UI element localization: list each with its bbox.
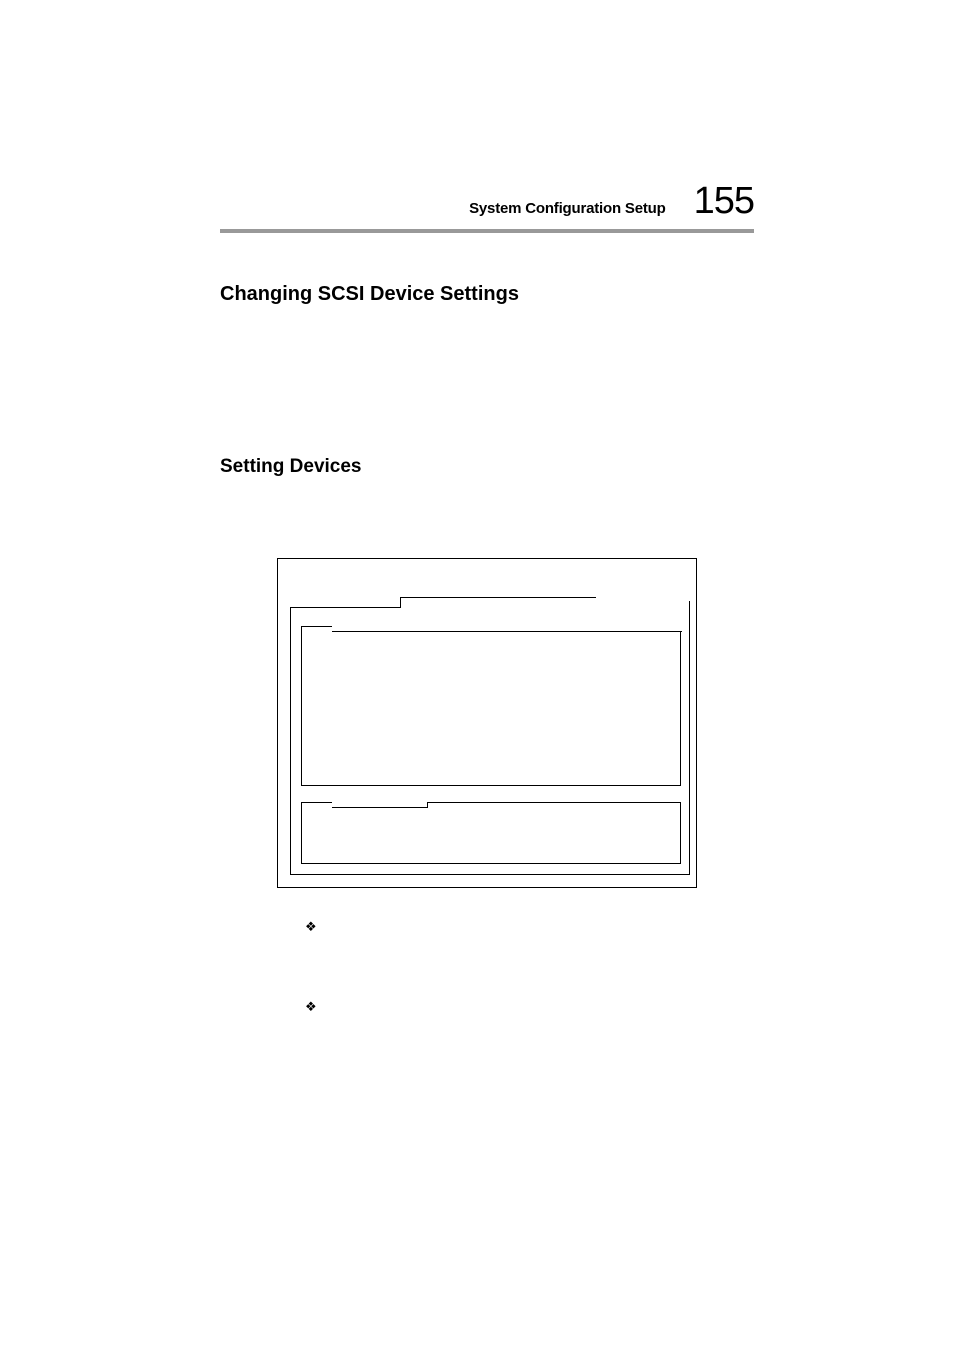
- diagram-middle-box: [290, 597, 690, 875]
- diagram-container: [220, 558, 754, 888]
- heading-changing-scsi: Changing SCSI Device Settings: [220, 283, 754, 306]
- diamond-bullet-icon: ❖: [305, 1000, 317, 1013]
- page-number: 155: [694, 180, 754, 223]
- document-page: System Configuration Setup 155 Changing …: [0, 0, 954, 1158]
- page-header: System Configuration Setup 155: [220, 180, 754, 233]
- header-row: System Configuration Setup 155: [220, 180, 754, 223]
- section-label: System Configuration Setup: [469, 200, 665, 217]
- diamond-bullet-icon: ❖: [305, 920, 317, 933]
- diagram-inner-box-bottom: [301, 802, 681, 864]
- bullet-list: ❖ ❖: [305, 918, 754, 1018]
- header-rule: [220, 229, 754, 233]
- diagram-inner-box-top: [301, 626, 681, 786]
- list-item: ❖: [305, 918, 754, 938]
- diagram-outer-box: [277, 558, 697, 888]
- heading-setting-devices: Setting Devices: [220, 456, 754, 478]
- list-item: ❖: [305, 998, 754, 1018]
